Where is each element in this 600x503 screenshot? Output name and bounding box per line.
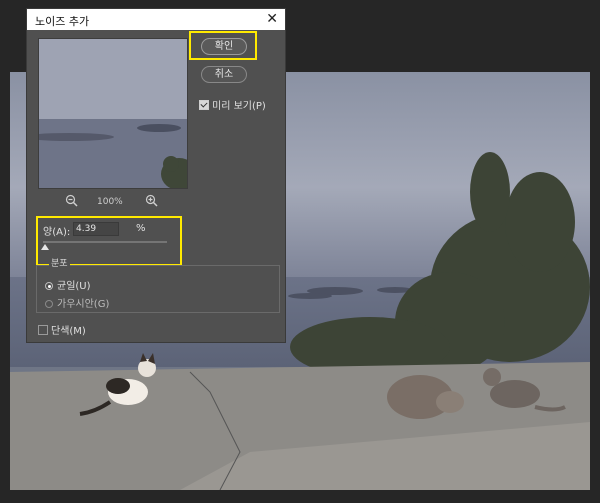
checkbox-unchecked-icon[interactable]	[38, 325, 48, 335]
close-icon[interactable]: ✕	[266, 11, 278, 27]
zoom-in-icon[interactable]	[145, 194, 158, 210]
zoom-controls: 100%	[65, 194, 165, 210]
add-noise-dialog: 노이즈 추가 ✕ 100% 확인 취소 미리 보기(P) 양(A): 4.39	[26, 8, 286, 343]
radio-uniform-label: 균일(U)	[57, 281, 91, 292]
monochromatic-checkbox[interactable]: 단색(M)	[38, 322, 86, 337]
dialog-titlebar[interactable]: 노이즈 추가 ✕	[27, 9, 285, 30]
island	[288, 293, 332, 299]
radio-selected-icon[interactable]	[45, 282, 53, 290]
preview-image	[39, 39, 187, 188]
radio-gaussian[interactable]: 가우시안(G)	[45, 295, 109, 310]
preview-checkbox-label: 미리 보기(P)	[212, 101, 266, 112]
checkbox-checked-icon[interactable]	[199, 100, 209, 110]
dialog-title: 노이즈 추가	[35, 15, 90, 28]
zoom-level: 100%	[97, 197, 123, 207]
zoom-out-icon[interactable]	[65, 194, 78, 210]
radio-uniform[interactable]: 균일(U)	[45, 277, 91, 292]
ok-highlight-box	[189, 31, 257, 60]
monochromatic-checkbox-label: 단색(M)	[51, 326, 86, 337]
distribution-label: 분포	[49, 259, 70, 269]
preview-thumbnail[interactable]	[38, 38, 188, 189]
cancel-button[interactable]: 취소	[201, 66, 247, 83]
radio-unselected-icon[interactable]	[45, 300, 53, 308]
preview-checkbox[interactable]: 미리 보기(P)	[199, 97, 266, 112]
radio-gaussian-label: 가우시안(G)	[57, 299, 110, 310]
